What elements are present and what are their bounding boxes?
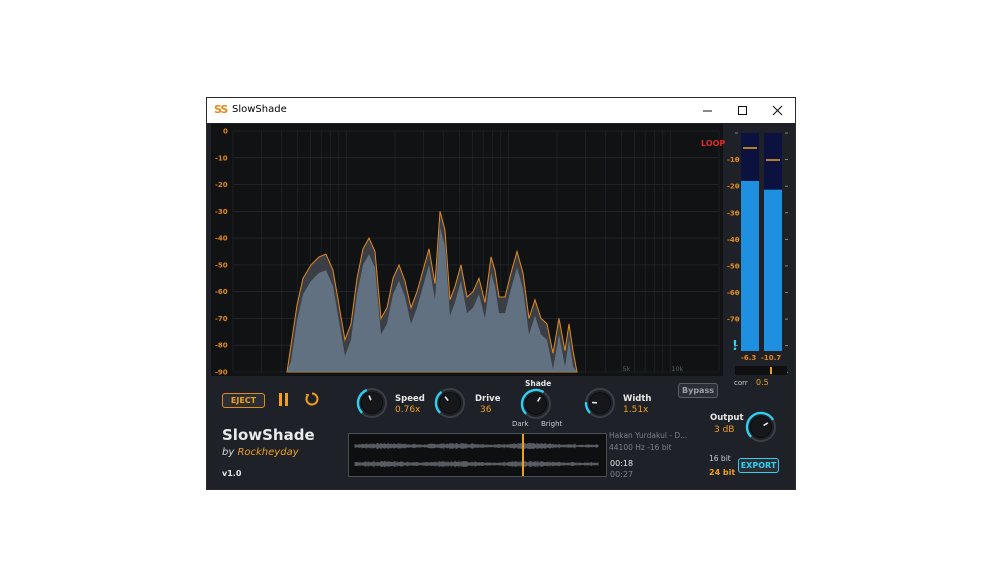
shade-dark-label: Dark xyxy=(512,420,529,428)
right-meter-value: -10.7 xyxy=(761,354,781,362)
loop-indicator: LOOP xyxy=(701,139,726,148)
eject-button[interactable]: EJECT xyxy=(222,393,265,408)
level-meters: -10 -20 -30 -40 -50 -60 -70 ! -6.3 -10.7 corr … xyxy=(726,124,795,394)
bit16-option[interactable]: 16 bit xyxy=(709,454,731,463)
spectrum-graph: 0-10-20-30-40-50-60-70-80-90 50100200500… xyxy=(215,128,720,377)
corr-label: corr xyxy=(734,379,748,387)
spectrum-y-label: -90 xyxy=(215,369,228,377)
speed-value: 0.76x xyxy=(395,405,421,415)
brand-byline: by Rockheyday xyxy=(222,447,299,458)
meter-scale-label: -70 xyxy=(727,316,740,324)
width-knob[interactable] xyxy=(583,386,617,420)
meter-scale-label: -20 xyxy=(727,183,740,191)
output-knob[interactable] xyxy=(744,410,778,444)
left-meter-fill xyxy=(741,180,759,351)
width-value: 1.51x xyxy=(623,405,649,415)
maximize-icon[interactable] xyxy=(724,98,760,123)
bit24-option[interactable]: 24 bit xyxy=(709,468,735,477)
track-format: 44100 Hz -16 bit xyxy=(609,443,672,452)
width-label: Width xyxy=(623,394,652,404)
spectrum-y-label: -50 xyxy=(215,261,228,269)
meter-scale-label: -60 xyxy=(727,289,740,297)
spectrum-analyzer: 0-10-20-30-40-50-60-70-80-90 50100200500… xyxy=(211,124,726,377)
drive-value: 36 xyxy=(480,405,492,415)
meter-scale-label: -40 xyxy=(727,236,740,244)
spectrum-y-label: -80 xyxy=(215,342,228,350)
export-button[interactable]: EXPORT xyxy=(738,458,779,473)
speed-knob[interactable] xyxy=(355,386,389,420)
app-logo-icon: SS xyxy=(214,103,228,116)
by-label: by xyxy=(222,447,235,458)
brand-author: Rockheyday xyxy=(237,447,299,458)
track-name: Hakan Yurdakul - D... xyxy=(609,431,688,440)
time-total: 00:27 xyxy=(610,470,634,479)
version-label: v1.0 xyxy=(222,469,242,478)
drive-knob[interactable] xyxy=(433,386,467,420)
output-value: 3 dB xyxy=(714,425,735,435)
meter-scale-label: -30 xyxy=(727,209,740,217)
spectrum-y-label: -70 xyxy=(215,315,228,323)
plugin-body: 0-10-20-30-40-50-60-70-80-90 50100200500… xyxy=(207,123,795,489)
right-meter-fill xyxy=(764,189,782,351)
loop-icon[interactable] xyxy=(304,391,320,407)
speed-label: Speed xyxy=(395,394,425,404)
spectrum-y-label: 0 xyxy=(223,128,228,136)
corr-value: 0.5 xyxy=(756,378,769,387)
close-icon[interactable] xyxy=(759,98,795,123)
spectrum-y-label: -20 xyxy=(215,181,228,189)
waveform-display[interactable] xyxy=(348,433,607,477)
brand-name: SlowShade xyxy=(222,426,315,444)
clip-warning-icon: ! xyxy=(732,339,738,354)
meter-scale-label: -50 xyxy=(727,262,740,270)
shade-knob[interactable] xyxy=(519,387,553,421)
window-title: SlowShade xyxy=(232,104,287,115)
correlation-meter xyxy=(735,366,787,375)
spectrum-x-label: 5k xyxy=(622,365,630,373)
output-label: Output xyxy=(710,413,744,423)
time-current: 00:18 xyxy=(610,459,634,468)
left-meter-value: -6.3 xyxy=(741,354,756,362)
bypass-button[interactable]: Bypass xyxy=(678,383,718,398)
spectrum-y-label: -10 xyxy=(215,154,228,162)
meter-scale-label: -10 xyxy=(727,156,740,164)
spectrum-y-label: -30 xyxy=(215,208,228,216)
spectrum-x-label: 10k xyxy=(671,365,683,373)
minimize-icon[interactable] xyxy=(689,98,725,123)
spectrum-y-label: -40 xyxy=(215,235,228,243)
drive-label: Drive xyxy=(475,394,501,404)
title-bar: SS SlowShade xyxy=(207,98,795,123)
pause-icon[interactable] xyxy=(277,392,291,408)
plugin-window: SS SlowShade 0 -10 -20 -30 -40 -50 -60 -70 -80 -9… xyxy=(206,97,796,490)
spectrum-y-label: -60 xyxy=(215,288,228,296)
shade-bright-label: Bright xyxy=(541,420,563,428)
